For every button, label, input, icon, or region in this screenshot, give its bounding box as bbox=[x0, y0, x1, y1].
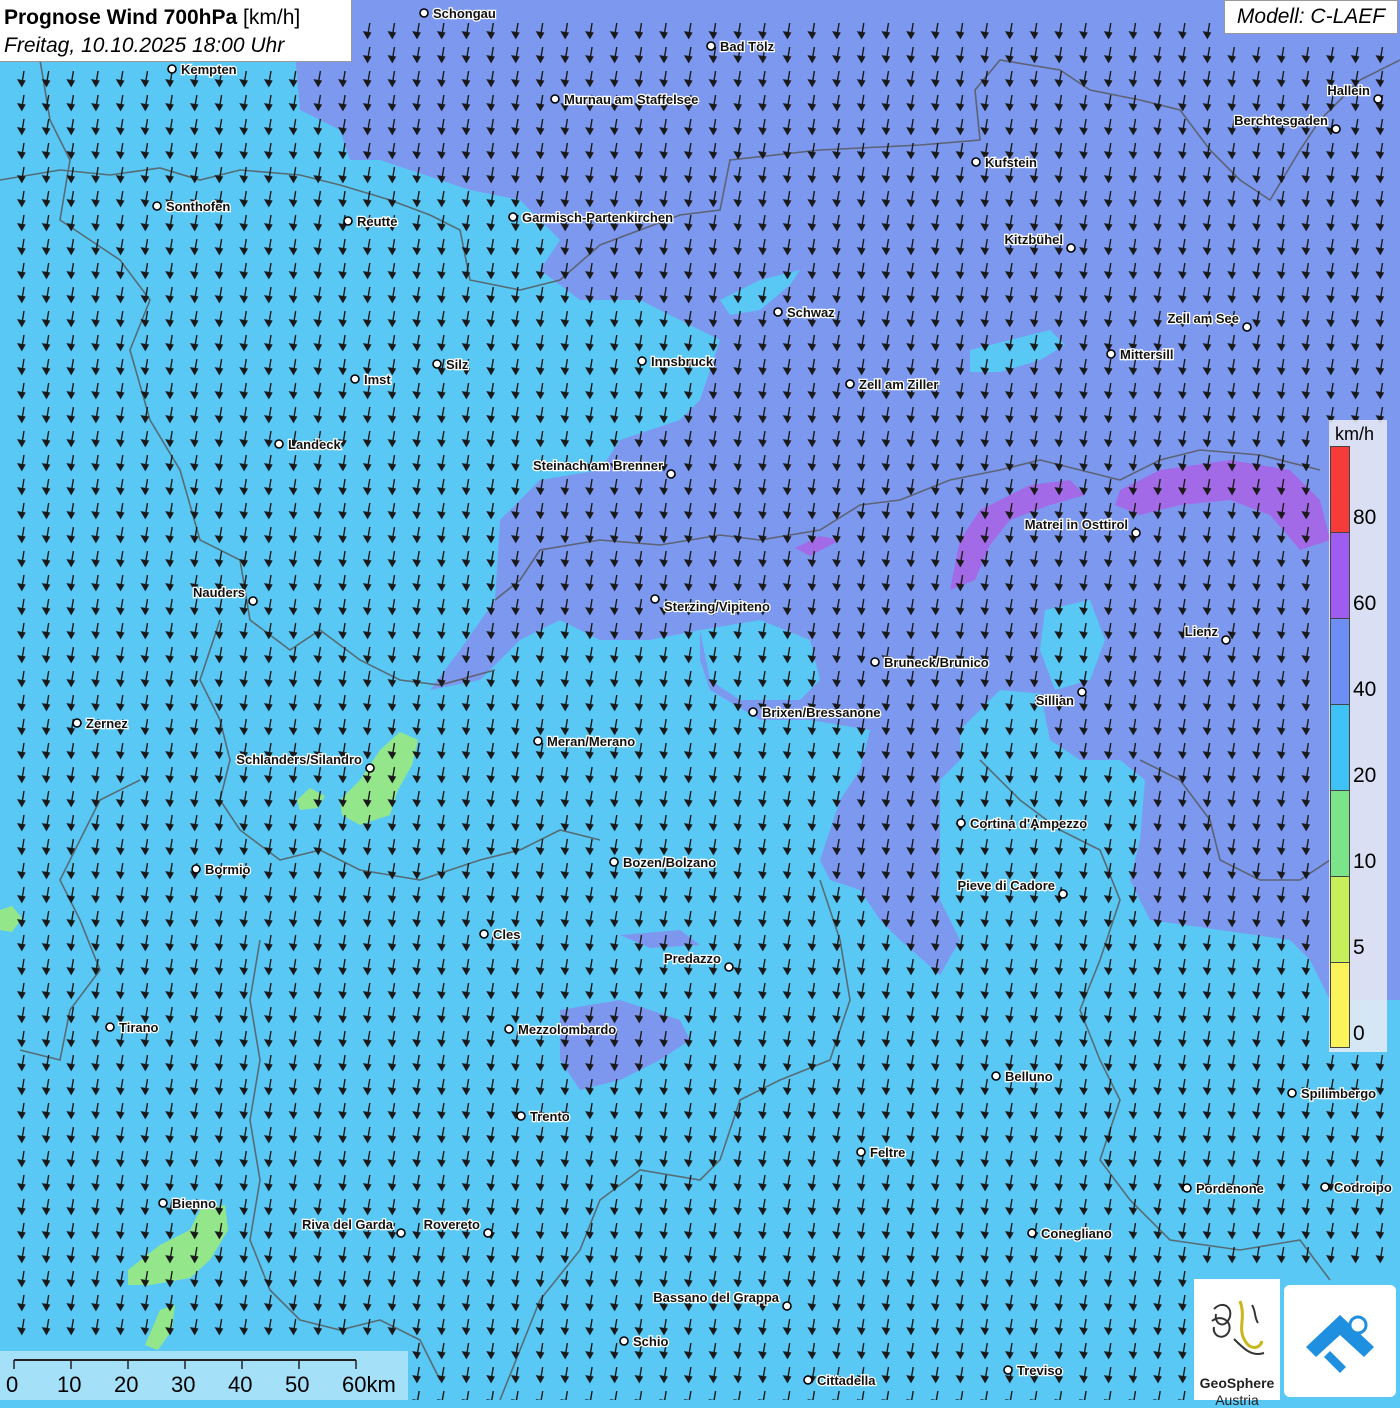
wind-map[interactable]: SchongauBad TölzKemptenMurnau am Staffel… bbox=[0, 0, 1400, 1400]
